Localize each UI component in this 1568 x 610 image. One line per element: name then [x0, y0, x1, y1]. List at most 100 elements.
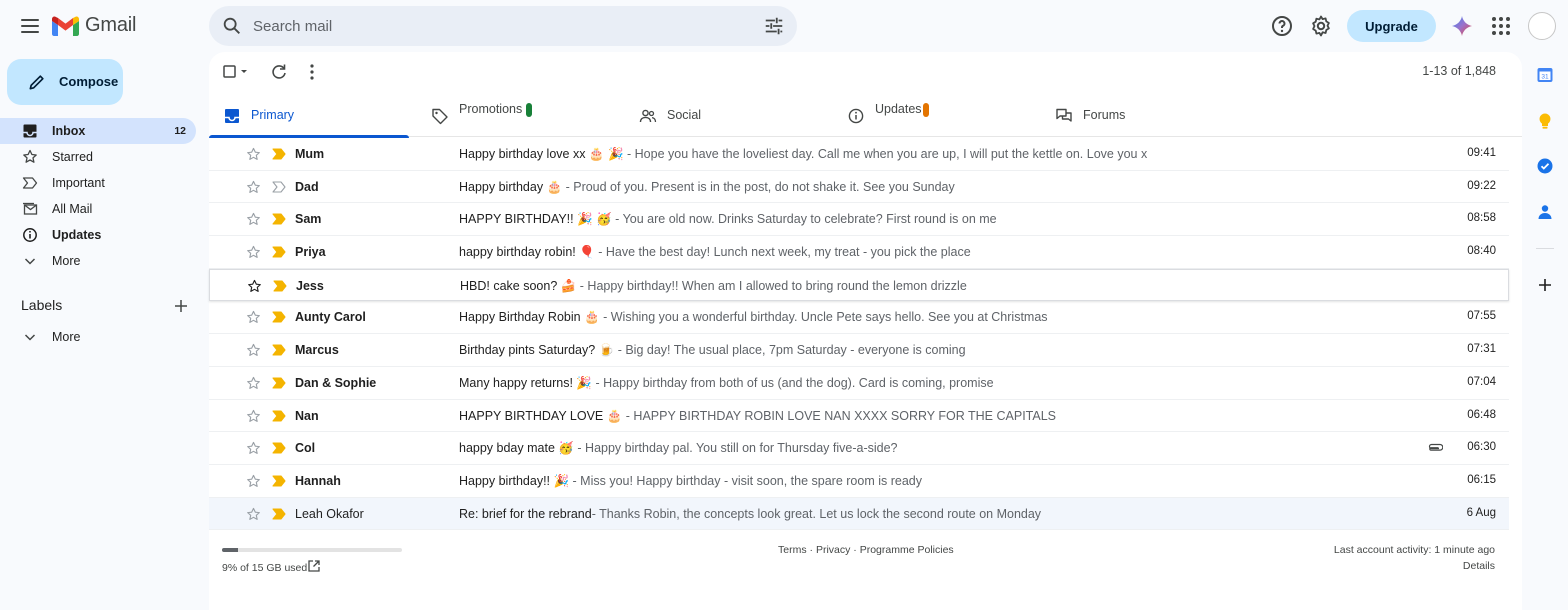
sidebar-item-inbox[interactable]: Inbox 12 [0, 118, 196, 144]
star-icon[interactable] [246, 507, 261, 522]
mail-row[interactable]: Jess HBD! cake soon? 🍰 - Happy birthday!!… [209, 268, 1509, 302]
important-marker-icon[interactable] [272, 377, 286, 389]
tab-forums[interactable]: Forums [1041, 94, 1241, 137]
gmail-m-icon [52, 16, 79, 36]
mail-row[interactable]: Dad Happy birthday 🎂 - Proud of you. Pres… [209, 170, 1509, 204]
mail-subject: HAPPY BIRTHDAY LOVE 🎂 [459, 408, 623, 423]
star-icon[interactable] [246, 441, 261, 456]
settings-gear-icon[interactable] [1309, 14, 1333, 38]
privacy-link[interactable]: Privacy [816, 544, 850, 556]
tasks-icon[interactable] [1536, 157, 1554, 175]
mail-row[interactable]: Priya happy birthday robin! 🎈 - Have the … [209, 236, 1509, 269]
mail-row[interactable]: Sam HAPPY BIRTHDAY!! 🎉 🥳 - You are old no… [209, 203, 1509, 237]
mail-row[interactable]: Hannah Happy birthday!! 🎉 - Miss you! Hap… [209, 464, 1509, 498]
footer-links: Terms · Privacy · Programme Policies [778, 544, 954, 556]
star-icon[interactable] [246, 245, 261, 260]
gemini-sparkle-icon[interactable] [1450, 14, 1474, 38]
important-marker-icon[interactable] [272, 246, 286, 258]
mail-content: Happy birthday 🎂 - Proud of you. Present… [459, 180, 1409, 195]
star-icon[interactable] [246, 409, 261, 424]
search-input[interactable] [253, 14, 753, 38]
mail-content: HAPPY BIRTHDAY LOVE 🎂 - HAPPY BIRTHDAY R… [459, 409, 1409, 424]
star-icon[interactable] [247, 279, 262, 294]
upgrade-button[interactable]: Upgrade [1347, 10, 1436, 42]
mail-row[interactable]: Dan & Sophie Many happy returns! 🎉 - Happ… [209, 366, 1509, 400]
search-bar[interactable] [209, 6, 797, 46]
svg-text:31: 31 [1541, 74, 1549, 81]
sidebar-item-starred[interactable]: Starred [0, 144, 196, 170]
mail-row[interactable]: Leah Okafor Re: brief for the rebrand- Th… [209, 497, 1509, 531]
star-icon [23, 149, 37, 163]
select-all-checkbox-icon[interactable] [222, 62, 250, 82]
mail-row[interactable]: Mum Happy birthday love xx 🎂 🎉 - Hope you… [209, 138, 1509, 171]
important-marker-icon[interactable] [272, 442, 286, 454]
important-marker-icon[interactable] [272, 311, 286, 323]
sidebar-item-important[interactable]: Important [0, 170, 196, 196]
mail-snippet: - Happy birthday from both of us (and th… [591, 375, 994, 390]
sidebar-item-all-mail[interactable]: All Mail [0, 196, 196, 222]
calendar-icon[interactable]: 31 [1536, 66, 1554, 84]
mail-time: 08:40 [1467, 245, 1496, 258]
mail-subject: Birthday pints Saturday? 🍺 [459, 343, 615, 358]
mail-row[interactable]: Aunty Carol Happy Birthday Robin 🎂 - Wish… [209, 301, 1509, 335]
mail-subject: Happy Birthday Robin 🎂 [459, 310, 600, 325]
tab-social[interactable]: Social [625, 94, 825, 137]
help-icon[interactable] [1270, 14, 1294, 38]
mail-content: Happy birthday love xx 🎂 🎉 - Hope you ha… [459, 147, 1409, 162]
mail-row[interactable]: Nan HAPPY BIRTHDAY LOVE 🎂 - HAPPY BIRTHDA… [209, 399, 1509, 433]
sidebar-item-updates[interactable]: Updates [0, 222, 196, 248]
apps-grid-icon[interactable] [1489, 14, 1513, 38]
top-bar: Gmail Upgrade [0, 0, 1568, 52]
star-icon[interactable] [246, 376, 261, 391]
compose-button[interactable]: Compose [7, 59, 123, 105]
important-marker-icon[interactable] [272, 148, 286, 160]
star-icon[interactable] [246, 310, 261, 325]
account-avatar[interactable] [1528, 12, 1556, 40]
important-marker-icon[interactable] [272, 344, 286, 356]
mail-snippet: - Wishing you a wonderful birthday. Uncl… [599, 310, 1048, 325]
labels-more-item[interactable]: More [0, 324, 196, 350]
details-link[interactable]: Details [1463, 560, 1495, 572]
important-marker-icon[interactable] [272, 508, 286, 520]
search-options-icon[interactable] [763, 15, 785, 37]
refresh-icon[interactable] [269, 62, 289, 82]
important-marker-icon[interactable] [273, 280, 287, 292]
open-in-new-icon[interactable] [307, 559, 321, 573]
sidebar-item-more[interactable]: More [0, 248, 196, 274]
terms-link[interactable]: Terms [778, 544, 807, 556]
attachment-icon[interactable] [1427, 442, 1443, 454]
mail-row[interactable]: Marcus Birthday pints Saturday? 🍺 - Big d… [209, 334, 1509, 367]
mail-snippet: - Proud of you. Present is in the post, … [562, 179, 955, 194]
keep-bulb-icon[interactable] [1536, 112, 1554, 130]
gmail-logo[interactable]: Gmail [52, 14, 136, 37]
star-icon[interactable] [246, 474, 261, 489]
mail-content: Happy birthday!! 🎉 - Miss you! Happy bir… [459, 474, 1409, 489]
star-icon[interactable] [246, 180, 261, 195]
add-addon-plus-icon[interactable] [1536, 276, 1554, 294]
search-icon[interactable] [221, 15, 243, 37]
important-marker-icon[interactable] [272, 409, 286, 422]
programme-policies-link[interactable]: Programme Policies [860, 544, 954, 556]
star-icon[interactable] [246, 147, 261, 162]
contacts-icon[interactable] [1536, 203, 1554, 221]
mail-time: 07:04 [1467, 375, 1496, 388]
mail-row[interactable]: Col happy bday mate 🥳 - Happy birthday pa… [209, 432, 1509, 465]
important-marker-icon[interactable] [272, 181, 286, 193]
updates-new-badge [923, 103, 929, 117]
sidebar-item-label: Important [52, 176, 105, 190]
star-icon[interactable] [246, 343, 261, 358]
mail-snippet: - Have the best day! Lunch next week, my… [594, 245, 971, 260]
more-options-icon[interactable] [302, 62, 322, 82]
tab-primary[interactable]: Primary [209, 94, 409, 138]
mail-time: 07:55 [1467, 310, 1496, 323]
important-marker-icon[interactable] [272, 475, 286, 487]
inbox-icon [225, 109, 239, 123]
important-marker-icon[interactable] [272, 213, 286, 225]
star-icon[interactable] [246, 212, 261, 227]
tab-promotions[interactable]: Promotions [417, 94, 617, 137]
mail-content: Re: brief for the rebrand- Thanks Robin,… [459, 507, 1409, 521]
add-label-plus-icon[interactable] [172, 297, 190, 315]
tab-updates[interactable]: Updates [833, 94, 1033, 137]
main-menu-icon[interactable] [16, 12, 44, 40]
mail-list: Mum Happy birthday love xx 🎂 🎉 - Hope you… [209, 138, 1509, 531]
